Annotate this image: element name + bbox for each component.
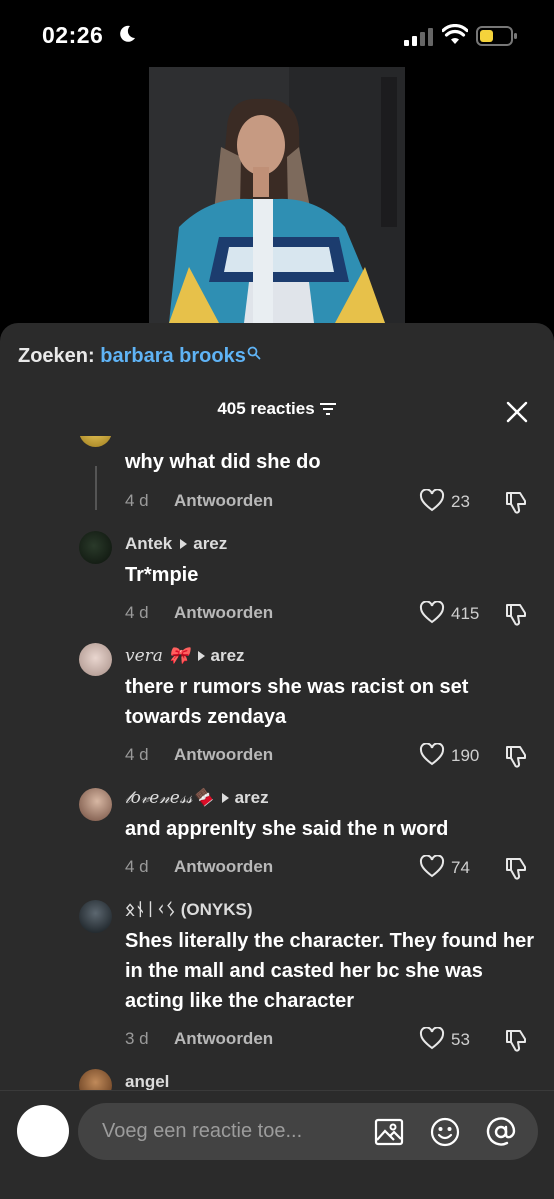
comment-input-placeholder: Voeg een reactie toe... xyxy=(102,1120,303,1142)
comment-text: there r rumors she was racist on set tow… xyxy=(125,676,469,728)
avatar[interactable] xyxy=(79,436,112,447)
reply-button[interactable]: Antwoorden xyxy=(174,491,273,511)
sort-filter-icon[interactable] xyxy=(319,402,337,416)
comment-author-line: Antek arez xyxy=(125,534,227,554)
comment-text: Shes literally the character. They found… xyxy=(125,930,535,1012)
reply-to-username[interactable]: arez xyxy=(193,534,227,553)
video-thumbnail[interactable] xyxy=(149,67,405,323)
comment-age: 4 d xyxy=(125,857,149,876)
reply-to-username[interactable]: arez xyxy=(235,788,269,807)
username[interactable]: ᛟᚾᛁᚲᛊ (ONYKS) xyxy=(125,900,253,919)
heart-icon[interactable] xyxy=(419,601,445,625)
comment-age: 3 d xyxy=(125,1029,149,1048)
avatar[interactable] xyxy=(79,531,112,564)
cellular-signal-icon xyxy=(404,28,433,46)
comment-meta: 4 d Antwoorden 74 xyxy=(125,855,535,883)
emoji-icon[interactable] xyxy=(430,1117,460,1147)
comment-age: 4 d xyxy=(125,603,149,622)
comment-meta: 4 d Antwoorden 190 xyxy=(125,743,535,771)
comment-age: 4 d xyxy=(125,491,149,510)
comment-text: Tr*mpie xyxy=(125,564,199,586)
dislike-icon[interactable] xyxy=(503,855,529,881)
thread-line xyxy=(95,466,97,510)
search-suggestion[interactable]: Zoeken: barbara brooks xyxy=(18,345,261,368)
reply-to-username[interactable]: arez xyxy=(211,646,245,665)
reply-button[interactable]: Antwoorden xyxy=(174,745,273,765)
avatar[interactable] xyxy=(79,788,112,821)
reply-button[interactable]: Antwoorden xyxy=(174,603,273,623)
mention-icon[interactable] xyxy=(486,1117,516,1147)
username[interactable]: 𝓁𝑜𝓋𝑒𝓃𝑒𝓈𝓈🍫 xyxy=(125,788,214,808)
comment-list[interactable]: why what did she do 4 d Antwoorden 23 An… xyxy=(0,436,554,1096)
moon-icon xyxy=(120,25,135,42)
like-count: 74 xyxy=(451,858,470,877)
reply-button[interactable]: Antwoorden xyxy=(174,1029,273,1049)
image-icon[interactable] xyxy=(374,1117,404,1147)
comments-header: 405 reacties xyxy=(0,399,554,425)
heart-icon[interactable] xyxy=(419,1027,445,1051)
comment-age: 4 d xyxy=(125,745,149,764)
comment-author-line: 𝓁𝑜𝓋𝑒𝓃𝑒𝓈𝓈🍫 arez xyxy=(125,788,269,808)
heart-icon[interactable] xyxy=(419,489,445,513)
battery-icon xyxy=(476,26,517,46)
like-count: 23 xyxy=(451,492,470,511)
reply-arrow-icon xyxy=(180,538,188,549)
comment-meta: 3 d Antwoorden 53 xyxy=(125,1027,535,1055)
comment-input[interactable]: Voeg een reactie toe... xyxy=(78,1103,538,1160)
reply-button[interactable]: Antwoorden xyxy=(174,857,273,877)
wifi-icon xyxy=(442,24,468,44)
like-count: 53 xyxy=(451,1030,470,1049)
comment-text: and apprenlty she said the n word xyxy=(125,818,449,840)
username[interactable]: vera 🎀 xyxy=(125,646,190,666)
comments-sheet: Zoeken: barbara brooks 405 reacties why … xyxy=(0,323,554,1199)
comment-author-line: angel xyxy=(125,1072,169,1092)
clock: 02:26 xyxy=(42,22,104,48)
my-avatar[interactable] xyxy=(17,1105,69,1157)
heart-icon[interactable] xyxy=(419,743,445,767)
comment-author-line: vera 🎀 arez xyxy=(125,646,245,666)
like-count: 415 xyxy=(451,604,480,623)
username[interactable]: angel xyxy=(125,1072,169,1091)
comment-text: why what did she do xyxy=(125,451,321,473)
dislike-icon[interactable] xyxy=(503,489,529,515)
dislike-icon[interactable] xyxy=(503,1027,529,1053)
video-frame-image xyxy=(149,67,405,323)
comment-meta: 4 d Antwoorden 23 xyxy=(125,489,535,517)
avatar[interactable] xyxy=(79,900,112,933)
search-label: Zoeken: xyxy=(18,345,95,367)
avatar[interactable] xyxy=(79,643,112,676)
reply-arrow-icon xyxy=(197,650,205,661)
comment-count: 405 reacties xyxy=(217,399,315,418)
close-icon[interactable] xyxy=(506,401,528,423)
status-bar: 02:26 xyxy=(0,0,554,70)
comment-meta: 4 d Antwoorden 415 xyxy=(125,601,535,629)
search-query-link[interactable]: barbara brooks xyxy=(100,345,246,367)
reply-arrow-icon xyxy=(221,792,229,803)
like-count: 190 xyxy=(451,746,480,765)
comment-composer: Voeg een reactie toe... xyxy=(0,1090,554,1199)
search-icon xyxy=(247,346,261,360)
comment-author-line: ᛟᚾᛁᚲᛊ (ONYKS) xyxy=(125,900,253,920)
dislike-icon[interactable] xyxy=(503,601,529,627)
username[interactable]: Antek xyxy=(125,534,172,553)
dislike-icon[interactable] xyxy=(503,743,529,769)
heart-icon[interactable] xyxy=(419,855,445,879)
